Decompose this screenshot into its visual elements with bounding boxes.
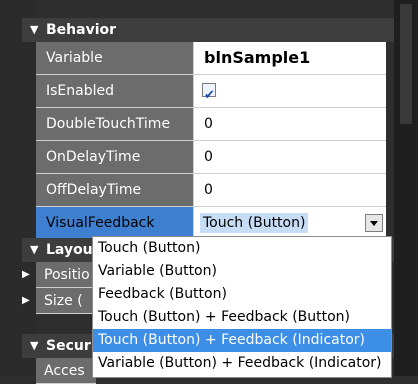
dropdown-arrow-icon[interactable] <box>365 214 383 232</box>
section-title: Layou <box>46 242 93 258</box>
property-row-offdelaytime[interactable]: OffDelayTime 0 <box>36 174 386 207</box>
vertical-scrollbar[interactable] <box>394 0 418 376</box>
left-gutter <box>0 0 36 376</box>
ondelaytime-value-field[interactable]: 0 <box>194 141 386 173</box>
property-name: DoubleTouchTime <box>36 108 194 140</box>
property-row-position[interactable]: ▶ Positio <box>22 262 96 288</box>
offdelaytime-value-field[interactable]: 0 <box>194 174 386 206</box>
property-name: Size ( <box>44 293 83 309</box>
property-row-size[interactable]: ▶ Size ( <box>22 288 96 314</box>
property-grid: Variable blnSample1 IsEnabled DoubleTouc… <box>36 42 386 240</box>
isenabled-value-cell <box>194 75 386 112</box>
property-row-ondelaytime[interactable]: OnDelayTime 0 <box>36 141 386 174</box>
property-name: Variable <box>36 42 194 74</box>
section-title: Behavior <box>46 22 117 38</box>
dropdown-option[interactable]: Variable (Button) + Feedback (Indicator) <box>93 352 391 375</box>
dropdown-option-highlighted[interactable]: Touch (Button) + Feedback (Indicator) <box>93 329 391 352</box>
variable-value-field[interactable]: blnSample1 <box>194 42 386 74</box>
combobox-selected-text[interactable]: Touch (Button) <box>200 213 309 233</box>
doubletouchtime-value-field[interactable]: 0 <box>194 108 386 140</box>
property-name: OffDelayTime <box>36 174 194 206</box>
expand-arrow-icon[interactable]: ▶ <box>22 262 30 288</box>
property-name: IsEnabled <box>36 75 194 107</box>
collapse-arrow-icon[interactable]: ▼ <box>30 238 38 262</box>
expand-arrow-icon[interactable]: ▶ <box>22 288 30 314</box>
property-name: VisualFeedback <box>36 207 194 239</box>
dropdown-option[interactable]: Feedback (Button) <box>93 283 391 306</box>
property-name: Acces <box>44 363 85 379</box>
property-row-variable[interactable]: Variable blnSample1 <box>36 42 386 75</box>
dropdown-option[interactable]: Variable (Button) <box>93 260 391 283</box>
property-name: OnDelayTime <box>36 141 194 173</box>
scrollbar-thumb[interactable] <box>400 4 412 124</box>
property-row-access[interactable]: Acces <box>36 358 96 384</box>
collapse-arrow-icon[interactable]: ▼ <box>30 18 38 42</box>
section-title: Secur <box>46 338 91 354</box>
dropdown-option[interactable]: Touch (Button) + Feedback (Button) <box>93 306 391 329</box>
visualfeedback-dropdown-list[interactable]: Touch (Button) Variable (Button) Feedbac… <box>92 236 392 378</box>
dropdown-option[interactable]: Touch (Button) <box>93 237 391 260</box>
property-row-doubletouchtime[interactable]: DoubleTouchTime 0 <box>36 108 386 141</box>
checkbox-checked-icon[interactable] <box>202 80 216 112</box>
property-name: Positio <box>44 267 90 283</box>
property-row-isenabled[interactable]: IsEnabled <box>36 75 386 112</box>
visualfeedback-combobox[interactable]: Touch (Button) <box>194 207 386 239</box>
section-behavior[interactable]: ▼ Behavior <box>22 18 394 42</box>
collapse-arrow-icon[interactable]: ▼ <box>30 334 38 358</box>
